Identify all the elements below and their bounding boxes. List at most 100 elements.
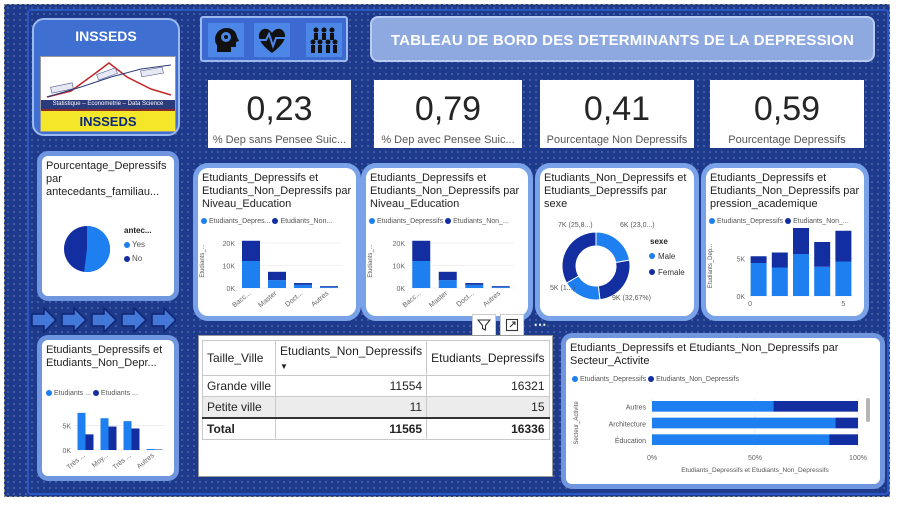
logo-band-text: INSSEDS [79,114,137,129]
y-tick-label: 0K [226,286,235,293]
edu2-legend[interactable]: Etudiants_Depressifs Etudiants_Non_... [369,218,509,225]
table-cell: Grande ville [201,375,277,397]
brand-title: INSSEDS [75,28,137,44]
table-header-depressifs[interactable]: Etudiants_Depressifs [426,340,550,376]
bar-depressifs [750,263,767,296]
logo-band: INSSEDS [41,109,175,131]
heart-pulse-icon [254,23,290,57]
pressure-chart-panel[interactable]: Etudiants_Depressifs et Etudiants_Non_De… [706,168,864,316]
logo-graph-icon [46,62,172,98]
table-cell: Total [201,417,277,440]
focus-mode-icon[interactable] [500,314,524,336]
sex-donut-chart[interactable]: 7K (25,8...) 6K (23,0...) 5K (1...) 9K (… [540,214,694,314]
x-tick-label: 100% [849,455,867,462]
bar-non-depressifs [465,283,484,285]
donut-slice [597,259,631,301]
ville-table-panel[interactable]: Taille_Ville Etudiants_Non_Depressifs ▼ E… [198,335,553,477]
pie-legend-no[interactable]: No [124,254,142,263]
x-tick-label: Autres [136,452,156,471]
kpi-value: 0,41 [583,90,651,128]
kpi-label: % Dep sans Pensee Suic... [212,134,347,146]
kpi-label: Pourcentage Non Depressifs [546,134,688,146]
donut-label-9k: 9K (32,67%) [612,295,651,302]
education-chart-panel-2[interactable]: Etudiants_Depressifs et Etudiants_Non_De… [366,168,528,316]
left-bar-panel[interactable]: Etudiants_Depressifs et Etudiants_Non_De… [42,340,174,476]
donut-legend-male: Male [658,252,676,261]
table-total-row: Total 11565 16336 [201,417,550,440]
left-bar-chart[interactable]: 5K0KTrès ... Moy... Très ... Autres [42,400,174,474]
y-axis-label: Secteur_Activite [574,401,580,445]
bar-depressifs [412,261,431,288]
arrow-right-icon [91,306,118,334]
y-tick-label: 5K [62,424,71,431]
donut-legend-female: Female [658,268,685,277]
bar-depressifs [491,287,510,288]
y-tick-label: 10K [393,264,406,271]
y-tick-label: Éducation [615,436,646,445]
pie-legend-yes[interactable]: Yes [124,240,145,249]
bar-depressifs [652,417,836,429]
sector-chart-panel[interactable]: Etudiants_Depressifs et Etudiants_Non_De… [566,338,880,484]
sector-legend[interactable]: Etudiants_Depressifs Etudiants_Non_Depre… [572,376,739,383]
table-cell: 11565 [275,417,428,440]
kpi-card-depressifs[interactable]: 0,59 Pourcentage Depressifs [710,80,864,148]
antecedents-pie-chart[interactable] [62,224,112,274]
y-tick-label: 0K [396,286,405,293]
y-axis-label: Etudiants_... [200,244,206,278]
bar-non-depressifs [108,426,117,450]
edu1-legend[interactable]: Etudiants_Depres... Etudiants_Non... [201,218,332,225]
x-axis-label: Etudiants_Depressifs et Etudiants_Non_De… [681,467,829,474]
edu1-bar-chart[interactable]: 20K 10K 0K Etudiants_... Bacc... Master Doct..… [198,228,356,314]
bar-depressifs [814,266,831,296]
sex-donut-panel[interactable]: Etudiants_Non_Depressifs et Etudiants_De… [540,168,694,316]
y-tick-label: Autres [626,405,647,412]
x-tick-label: Très ... [66,452,87,471]
brand-logo: Statistique – Econometrie – Data Science… [40,56,176,132]
antecedents-pie-panel[interactable]: Pourcentage_Depressifs par antecedants_f… [42,156,174,296]
bar-non-depressifs [773,401,858,412]
pie-legend-title: antec... [124,226,152,235]
x-tick-label: 50% [748,455,762,462]
table-cell: Petite ville [201,396,277,419]
table-cell: 15 [426,396,550,419]
donut-label-5k: 5K (1...) [550,285,575,292]
table-cell: 11 [275,396,428,419]
bar-depressifs [123,421,132,450]
donut-label-7k: 7K (25,8...) [558,222,593,229]
table-row[interactable]: Petite ville 11 15 [201,396,550,419]
table-cell: 16321 [426,375,550,397]
bar-depressifs [652,434,830,445]
bar-depressifs [771,267,788,296]
y-tick-label: 20K [223,241,236,248]
icons-strip [200,16,348,62]
bar-depressifs [438,280,457,288]
filter-icon[interactable] [472,314,496,336]
edu2-title: Etudiants_Depressifs et Etudiants_Non_De… [370,172,520,210]
table-header-non-depressifs[interactable]: Etudiants_Non_Depressifs ▼ [275,340,428,376]
donut-legend-title: sexe [650,237,668,246]
x-tick-label: 0% [647,455,657,462]
x-tick-label: 5 [841,301,845,308]
y-tick-label: 0K [62,448,71,455]
pressure-legend[interactable]: Etudiants_Depressifs Etudiants_Non_... [709,218,849,225]
bar-non-depressifs [793,228,809,254]
kpi-card-avec-pensee[interactable]: 0,79 % Dep avec Pensee Suic... [374,80,522,148]
more-options-icon[interactable]: ⋯ [528,314,552,336]
left-bar-legend[interactable]: Etudiants ... Etudiants ... [46,390,138,397]
table-header-taille-ville[interactable]: Taille_Ville [201,340,277,376]
edu2-bar-chart[interactable]: 20K 10K 0K Etudiants_... Bacc... Master Doct..… [366,228,528,314]
y-tick-label: 5K [736,257,745,264]
donut-slice [561,231,597,284]
y-tick-label: 20K [393,241,406,248]
education-chart-panel-1[interactable]: Etudiants_Depressifs et Etudiants_Non_De… [198,168,356,316]
table-row[interactable]: Grande ville 11554 16321 [201,375,550,397]
kpi-card-sans-pensee[interactable]: 0,23 % Dep sans Pensee Suic... [208,80,351,148]
bar-non-depressifs [131,428,140,450]
pressure-bar-chart[interactable]: 5K 0K Etudiants_Dep... 0 5 [706,228,864,314]
bar-non-depressifs [771,252,788,268]
y-tick-label: Architecture [609,421,646,428]
kpi-card-non-depressifs[interactable]: 0,41 Pourcentage Non Depressifs [540,80,694,148]
table-cell: 16336 [426,417,550,440]
bar-non-depressifs [814,242,831,267]
sector-bar-chart[interactable]: 0% 50% 100% Autres Architecture Éducation Sect… [566,388,880,482]
